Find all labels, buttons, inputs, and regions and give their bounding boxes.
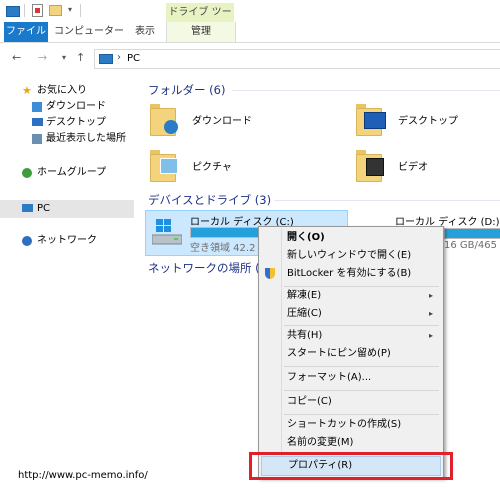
menu-item-format[interactable]: フォーマット(A)... (261, 369, 441, 387)
menu-label: コピー(C) (287, 396, 332, 407)
drive-d-usage-bar (444, 228, 500, 239)
star-icon: ★ (22, 84, 32, 97)
pc-icon (99, 54, 113, 64)
qat-dropdown-icon[interactable]: ▾ (68, 5, 72, 18)
folder-label: ダウンロード (192, 116, 252, 127)
menu-label: 開く(O) (287, 232, 325, 243)
menu-label: BitLocker を有効にする(B) (287, 268, 412, 279)
windows-drive-icon (152, 219, 182, 245)
nav-item-pc[interactable]: PC (0, 200, 134, 218)
address-bar[interactable]: › PC (94, 49, 500, 69)
submenu-arrow-icon: ▸ (428, 291, 433, 300)
menu-item-compress[interactable]: 圧縮(C) ▸ (261, 305, 441, 323)
menu-label: 共有(H) (287, 330, 323, 341)
address-row: ← → ▾ ↑ › PC (0, 43, 500, 73)
film-strip-icon (366, 158, 384, 176)
nav-item-homegroup[interactable]: ホームグループ (0, 164, 134, 182)
context-menu: 開く(O) 新しいウィンドウで開く(E) BitLocker を有効にする(B)… (258, 226, 444, 478)
navigation-pane: ★ お気に入り ダウンロード デスクトップ 最近表示した場所 ホームグループ P… (0, 74, 134, 492)
new-folder-icon[interactable] (49, 5, 62, 16)
pc-app-icon[interactable] (6, 6, 20, 17)
monitor-icon (364, 112, 386, 129)
download-icon (32, 102, 42, 112)
nav-pc-label: PC (37, 203, 51, 214)
divider (274, 200, 500, 201)
tab-manage[interactable]: 管理 (166, 22, 236, 42)
menu-item-open-new-window[interactable]: 新しいウィンドウで開く(E) (261, 247, 441, 265)
menu-label: スタートにピン留め(P) (287, 348, 391, 359)
menu-label: 名前の変更(M) (287, 437, 354, 448)
breadcrumb-pc[interactable]: PC (127, 53, 140, 64)
recent-dropdown-icon[interactable]: ▾ (62, 53, 66, 62)
nav-item-network[interactable]: ネットワーク (0, 232, 134, 250)
submenu-arrow-icon: ▸ (428, 331, 433, 340)
divider (24, 4, 25, 17)
menu-separator (284, 390, 439, 391)
download-arrow-icon (164, 120, 178, 134)
menu-item-pin-start[interactable]: スタートにピン留め(P) (261, 345, 441, 363)
network-icon (22, 236, 32, 246)
menu-item-create-shortcut[interactable]: ショートカットの作成(S) (261, 416, 441, 434)
menu-item-bitlocker[interactable]: BitLocker を有効にする(B) (261, 265, 441, 283)
menu-item-open[interactable]: 開く(O) (261, 229, 441, 247)
folder-label: ピクチャ (192, 162, 232, 173)
menu-label: 解凍(E) (287, 290, 322, 301)
menu-item-copy[interactable]: コピー(C) (261, 393, 441, 411)
nav-network-label: ネットワーク (37, 235, 97, 246)
divider (80, 4, 81, 17)
desktop-icon (32, 118, 43, 126)
nav-homegroup-label: ホームグループ (37, 167, 107, 178)
recent-places-icon (32, 134, 42, 144)
homegroup-icon (22, 168, 32, 178)
back-arrow-icon[interactable]: ← (12, 51, 21, 64)
up-arrow-icon[interactable]: ↑ (76, 51, 85, 64)
folder-label: ビデオ (398, 162, 428, 173)
menu-item-extract[interactable]: 解凍(E) ▸ (261, 287, 441, 305)
drive-d-free-space: 16 GB/465 GB (444, 240, 500, 251)
nav-recent-label: 最近表示した場所 (46, 133, 126, 144)
pc-icon (22, 204, 33, 212)
tab-computer[interactable]: コンピューター (54, 22, 124, 42)
group-header-devices[interactable]: デバイスとドライブ (3) (148, 192, 271, 208)
forward-arrow-icon[interactable]: → (38, 51, 47, 64)
submenu-arrow-icon: ▸ (428, 309, 433, 318)
tab-file[interactable]: ファイル (4, 22, 48, 42)
menu-label: 新しいウィンドウで開く(E) (287, 250, 412, 261)
folder-label: デスクトップ (398, 116, 458, 127)
drive-c-free-space: 空き領域 42.2 (190, 243, 256, 254)
menu-label: フォーマット(A)... (287, 372, 372, 383)
menu-item-share[interactable]: 共有(H) ▸ (261, 327, 441, 345)
menu-separator (284, 325, 439, 326)
properties-icon[interactable] (32, 4, 43, 17)
menu-separator (284, 414, 439, 415)
group-header-folders[interactable]: フォルダー (6) (148, 82, 225, 98)
tab-view[interactable]: 表示 (128, 22, 162, 42)
menu-item-rename[interactable]: 名前の変更(M) (261, 434, 441, 452)
menu-label: ショートカットの作成(S) (287, 419, 402, 430)
quick-access-toolbar: ▾ (0, 0, 500, 22)
highlight-box (249, 452, 453, 480)
menu-separator (284, 366, 439, 367)
shield-icon (265, 268, 275, 279)
ribbon-tabs: ファイル コンピューター 表示 管理 (0, 22, 500, 43)
picture-icon (160, 158, 178, 174)
menu-label: 圧縮(C) (287, 308, 322, 319)
drive-tools-contextual-header: ドライブ ツール (166, 3, 234, 37)
site-url: http://www.pc-memo.info/ (18, 470, 148, 481)
nav-item-recent[interactable]: 最近表示した場所 (0, 130, 134, 148)
breadcrumb-separator: › (117, 52, 121, 63)
divider (232, 90, 500, 91)
group-header-network[interactable]: ネットワークの場所 (1) (148, 260, 271, 276)
